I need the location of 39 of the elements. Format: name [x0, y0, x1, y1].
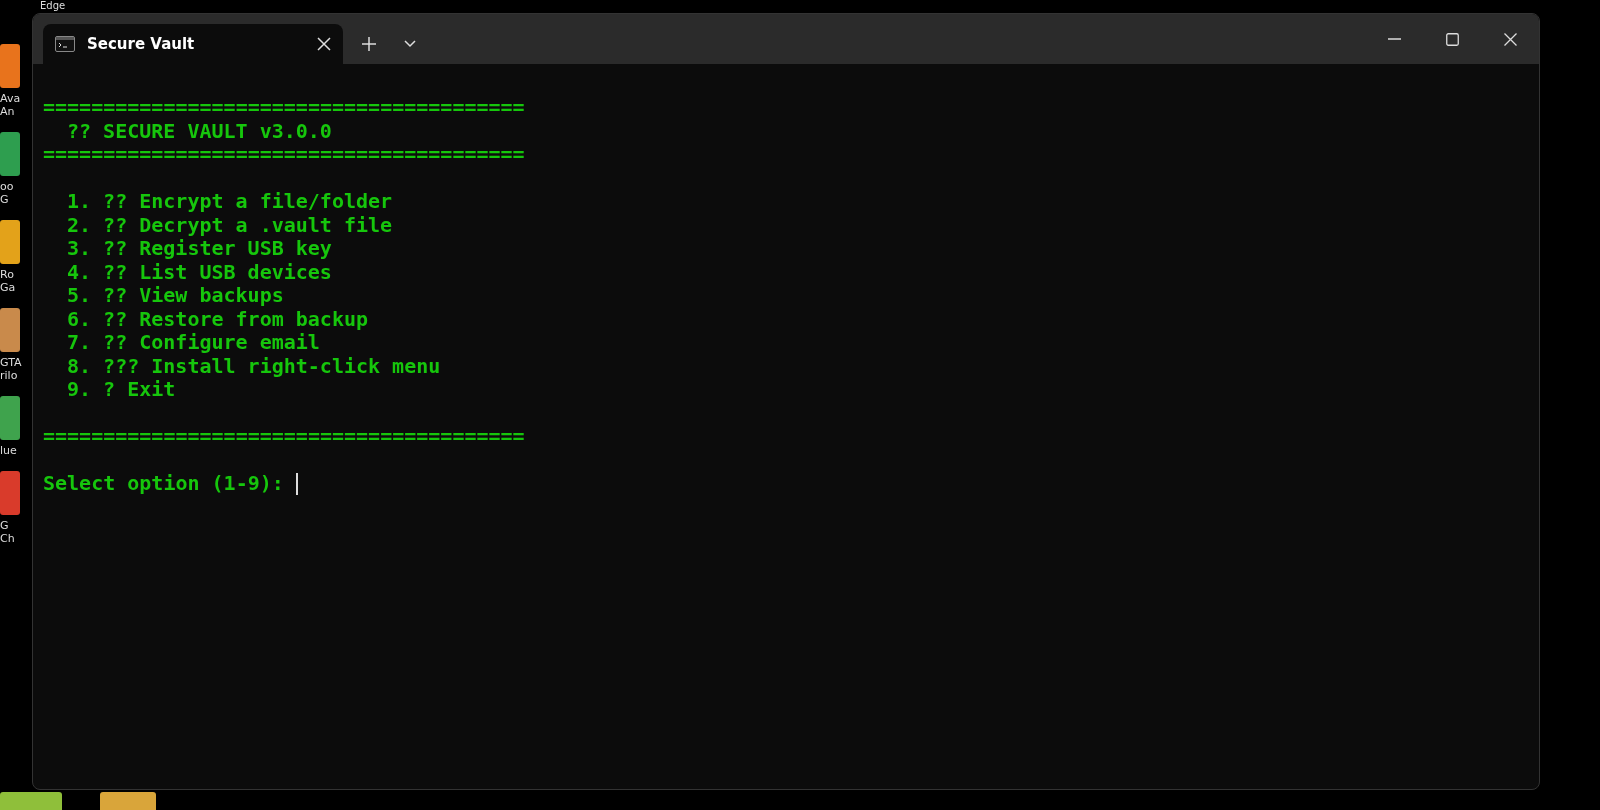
desktop-icon[interactable]: [0, 44, 20, 88]
desktop-icon-label[interactable]: Edge: [40, 0, 66, 12]
desktop-icon[interactable]: [0, 471, 20, 515]
plus-icon: [362, 37, 376, 51]
tab-title: Secure Vault: [87, 33, 196, 55]
desktop-icon-label[interactable]: G Ch: [0, 519, 32, 545]
app-title: ?? SECURE VAULT v3.0.0: [67, 119, 332, 143]
close-tab-button[interactable]: [317, 37, 331, 51]
desktop-icon[interactable]: [0, 132, 20, 176]
folder-icon[interactable]: [100, 792, 156, 810]
menu-option: 7. ?? Configure email: [67, 331, 320, 355]
menu-option: 4. ?? List USB devices: [67, 260, 332, 284]
desktop-icon[interactable]: [0, 308, 20, 352]
close-icon: [1503, 32, 1517, 46]
desktop-icon-label[interactable]: Ro Ga: [0, 268, 32, 294]
menu-option: 6. ?? Restore from backup: [67, 307, 369, 331]
menu-option: 3. ?? Register USB key: [67, 237, 332, 261]
menu-option: 5. ?? View backups: [67, 284, 284, 308]
minimize-icon: [1387, 38, 1401, 40]
desktop-icon-label[interactable]: lue: [0, 444, 32, 457]
desktop-icon-label[interactable]: GTA rilo: [0, 356, 32, 382]
desktop-icon[interactable]: [0, 220, 20, 264]
maximize-icon: [1445, 32, 1459, 46]
separator-line: ========================================: [43, 96, 525, 120]
menu-option: 9. ? Exit: [67, 378, 176, 402]
window-tab[interactable]: Secure Vault: [43, 24, 343, 64]
separator-line: ========================================: [43, 425, 525, 449]
menu-option: 8. ??? Install right-click menu: [67, 354, 441, 378]
desktop-icon[interactable]: [0, 396, 20, 440]
close-icon: [317, 37, 331, 51]
desktop-icon-label[interactable]: oo G: [0, 180, 32, 206]
separator-line: ========================================: [43, 143, 525, 167]
taskbar-icon[interactable]: [0, 792, 62, 810]
input-prompt: Select option (1-9):: [43, 472, 284, 496]
terminal-icon: [55, 36, 75, 52]
menu-option: 1. ?? Encrypt a file/folder: [67, 190, 393, 214]
chevron-down-icon: [404, 40, 416, 48]
desktop-icon-label[interactable]: Ava An: [0, 92, 32, 118]
menu-option: 2. ?? Decrypt a .vault file: [67, 213, 393, 237]
